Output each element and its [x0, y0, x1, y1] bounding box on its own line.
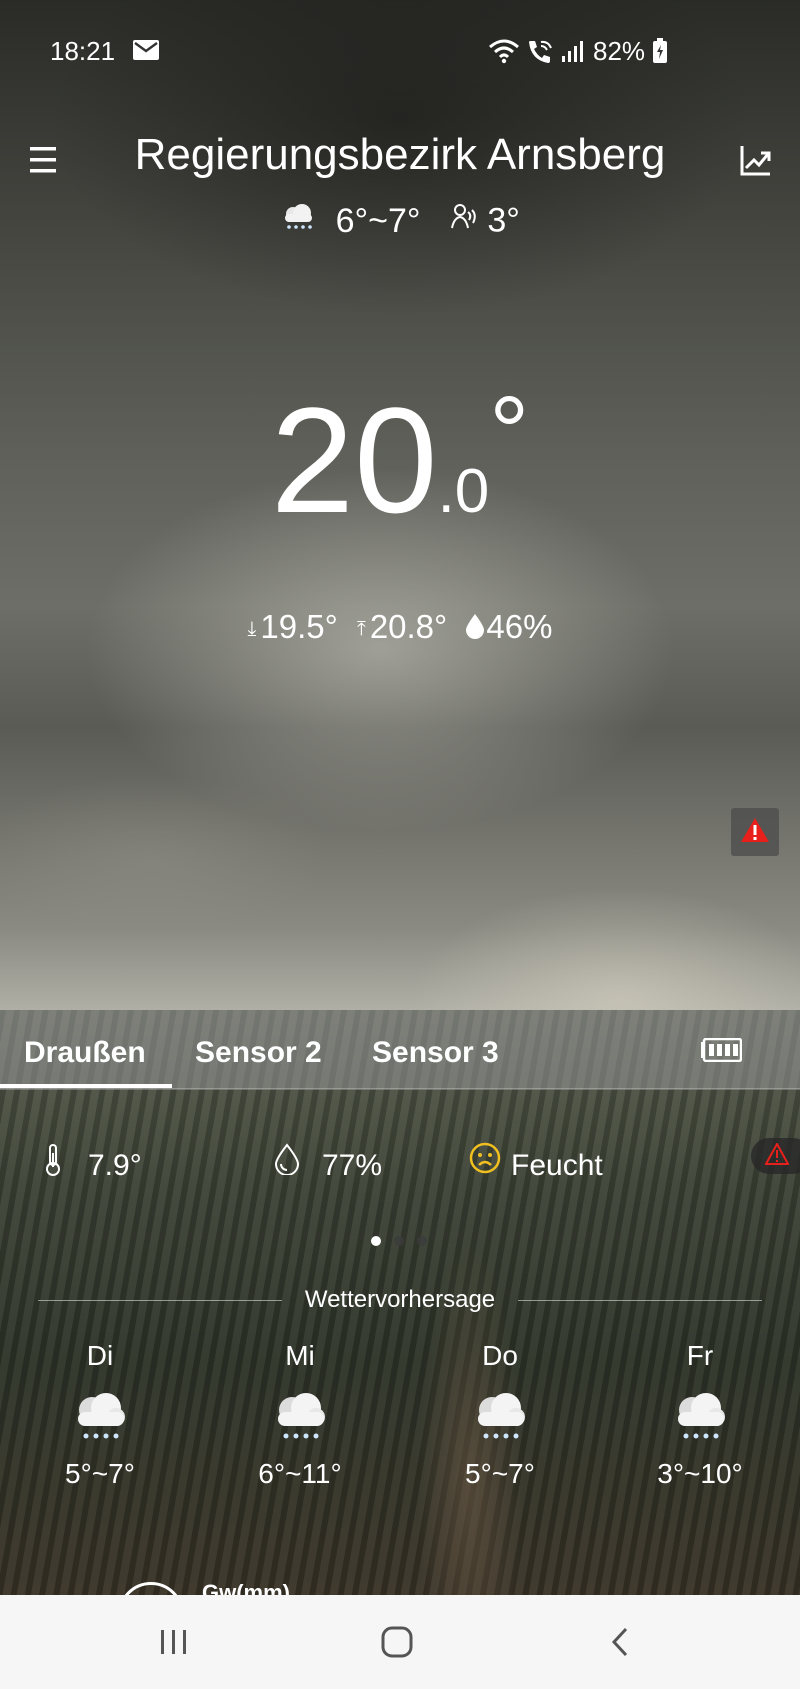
feels-like-temp: 3°	[487, 201, 520, 240]
signal-icon	[560, 40, 584, 67]
tab-divider	[0, 1088, 800, 1089]
humidity-drop-icon	[464, 610, 486, 648]
location-title[interactable]: Regierungsbezirk Arnsberg	[0, 130, 800, 180]
weather-warning-button[interactable]	[731, 808, 779, 856]
forecast-range: 6°~7°	[335, 201, 421, 240]
recent-apps-button[interactable]	[124, 1595, 224, 1689]
back-button[interactable]	[570, 1595, 670, 1689]
trend-chart-icon[interactable]	[738, 142, 774, 183]
battery-status-icon[interactable]	[700, 1037, 743, 1067]
max-arrow-icon: ⤒	[356, 617, 366, 640]
forecast-day-name: Fr	[686, 1340, 714, 1371]
forecast-day[interactable]: Do 5°~7°	[400, 1340, 600, 1550]
page-dot-active[interactable]	[371, 1236, 381, 1246]
sensor-temperature: 7.9°	[88, 1149, 142, 1182]
temp-decimal: .0	[437, 457, 490, 526]
home-icon	[381, 1626, 413, 1658]
min-max-humidity: ⤓ 19.5° ⤒ 20.8° 46%	[0, 608, 800, 648]
sensor-humidity: 77%	[322, 1149, 383, 1182]
forecast-day-range: 3°~10°	[657, 1458, 743, 1489]
forecast-day[interactable]: Mi 6°~11°	[200, 1340, 400, 1550]
temp-integer: 20	[270, 376, 438, 544]
humidity-value: 46%	[486, 608, 553, 645]
min-arrow-icon: ⤓	[247, 617, 257, 640]
forecast-day-name: Di	[86, 1340, 114, 1371]
tab-draussen[interactable]: Draußen	[24, 1036, 146, 1070]
sad-face-icon	[469, 1142, 501, 1179]
sensor-warning-button[interactable]	[751, 1138, 800, 1174]
mail-icon	[133, 40, 159, 65]
forecast-day[interactable]: Di 5°~7°	[0, 1340, 200, 1550]
warning-icon	[740, 817, 770, 848]
current-temperature: 20.0°	[0, 376, 800, 535]
status-time: 18:21	[50, 36, 116, 66]
snow-cloud-icon	[70, 1390, 130, 1446]
temp-max: 20.8°	[369, 608, 448, 645]
forecast-day[interactable]: Fr 3°~10°	[600, 1340, 800, 1550]
system-nav-bar	[0, 1595, 800, 1689]
back-icon	[611, 1627, 628, 1657]
tab-sensor-2[interactable]: Sensor 2	[195, 1036, 322, 1070]
page-dot[interactable]	[394, 1236, 404, 1246]
warning-icon	[764, 1141, 790, 1170]
home-button[interactable]	[347, 1595, 447, 1689]
battery-charging-icon	[652, 38, 668, 69]
battery-percent: 82%	[593, 36, 646, 66]
forecast-day-range: 5°~7°	[65, 1458, 135, 1489]
forecast-row: Di 5°~7° Mi 6°~11° Do 5°~7° Fr 3°~10°	[0, 1340, 800, 1550]
forecast-day-range: 5°~7°	[465, 1458, 535, 1489]
snow-cloud-icon	[280, 202, 316, 241]
thermometer-icon	[42, 1143, 64, 1182]
temp-degree: °	[489, 376, 530, 488]
recent-apps-icon	[161, 1630, 186, 1654]
forecast-day-name: Mi	[285, 1340, 315, 1371]
feels-like-icon	[448, 202, 478, 241]
temp-min: 19.5°	[260, 608, 338, 645]
snow-cloud-icon	[670, 1390, 730, 1446]
humidity-drop-icon	[274, 1143, 300, 1180]
forecast-day-name: Do	[482, 1340, 518, 1371]
page-dot[interactable]	[417, 1236, 427, 1246]
sensor-comfort: Feucht	[511, 1149, 603, 1182]
snow-cloud-icon	[470, 1390, 530, 1446]
forecast-day-range: 6°~11°	[258, 1458, 342, 1489]
snow-cloud-icon	[270, 1390, 330, 1446]
tab-sensor-3[interactable]: Sensor 3	[372, 1036, 499, 1070]
wifi-icon	[488, 38, 520, 69]
wifi-calling-icon	[526, 38, 556, 69]
divider-right	[518, 1300, 762, 1301]
header-summary: 6°~7° 3°	[0, 200, 800, 241]
